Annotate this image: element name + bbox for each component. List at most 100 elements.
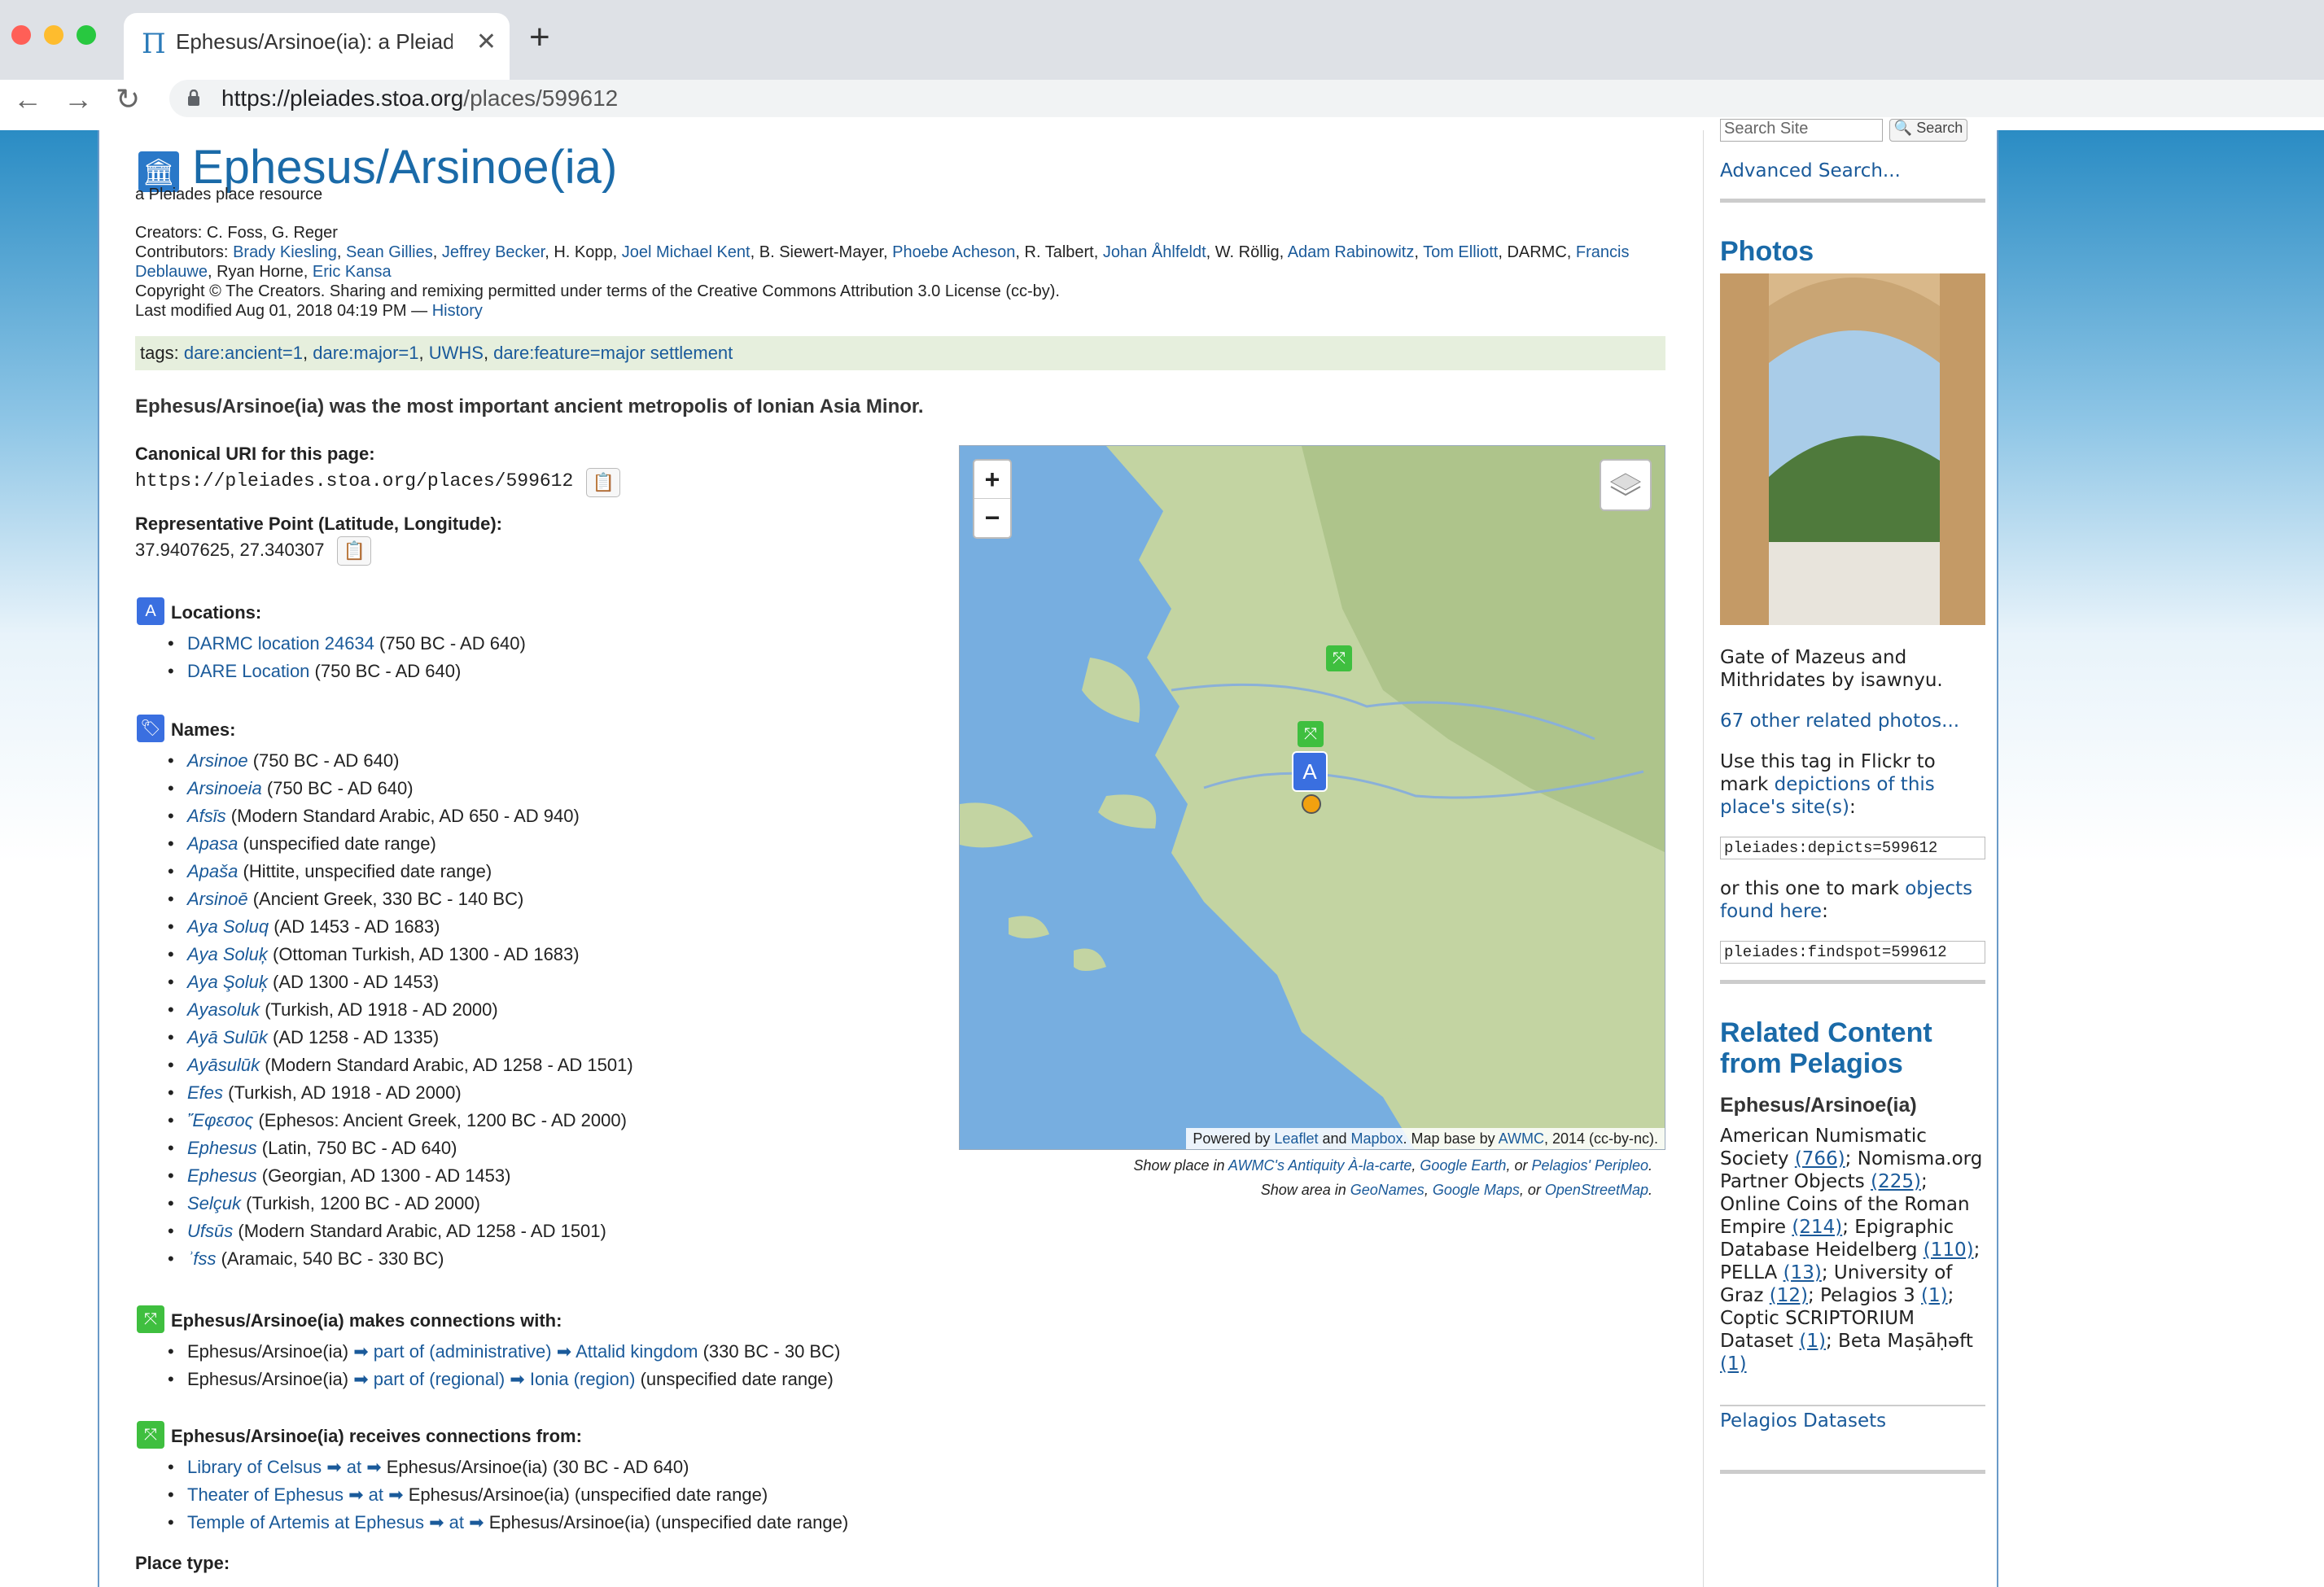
- representative-point-marker[interactable]: [1302, 794, 1321, 814]
- name-link[interactable]: Ayasoluk: [187, 999, 260, 1020]
- name-link[interactable]: Ephesus: [187, 1138, 257, 1158]
- name-link[interactable]: Ephesus: [187, 1165, 257, 1186]
- clipboard-icon[interactable]: 📋: [337, 536, 372, 566]
- search-input[interactable]: Search Site: [1720, 119, 1883, 142]
- name-link[interactable]: Selçuk: [187, 1193, 241, 1213]
- name-link[interactable]: ʾfss: [187, 1248, 216, 1269]
- name-link[interactable]: Ἔφεσος: [187, 1110, 253, 1130]
- related-count-link[interactable]: (225): [1871, 1171, 1921, 1192]
- connection-target-link[interactable]: Ionia (region): [525, 1369, 636, 1389]
- name-link[interactable]: Apaša: [187, 861, 238, 881]
- connection-type-link[interactable]: ➡ at ➡: [348, 1484, 403, 1505]
- related-count-link[interactable]: (214): [1792, 1217, 1842, 1238]
- name-link[interactable]: Aya Soluq: [187, 916, 269, 937]
- name-link[interactable]: Arsinoeia: [187, 778, 262, 798]
- connection-type-link[interactable]: ➡ at ➡: [429, 1512, 484, 1532]
- related-count-link[interactable]: (110): [1924, 1239, 1974, 1261]
- contributor-link[interactable]: Adam Rabinowitz: [1288, 243, 1415, 261]
- name-link[interactable]: Ayā Sulūk: [187, 1027, 268, 1047]
- peripleo-link[interactable]: Pelagios' Peripleo: [1531, 1157, 1648, 1174]
- clipboard-icon[interactable]: 📋: [586, 468, 621, 497]
- layers-icon[interactable]: [1600, 459, 1652, 511]
- name-link[interactable]: Arsinoē: [187, 889, 248, 909]
- location-marker-icon[interactable]: A: [1292, 751, 1328, 792]
- connection-marker-icon[interactable]: ⤧: [1326, 645, 1352, 671]
- photo-thumbnail[interactable]: [1720, 273, 1985, 625]
- connection-source: Ephesus/Arsinoe(ia): [187, 1369, 354, 1389]
- connection-source-link[interactable]: Library of Celsus: [187, 1457, 326, 1477]
- tag-link[interactable]: dare:feature=major settlement: [493, 343, 733, 363]
- contributor-link[interactable]: Johan Åhlfeldt: [1103, 243, 1206, 261]
- connection-source-link[interactable]: Temple of Artemis at Ephesus: [187, 1512, 429, 1532]
- connection-type-link[interactable]: ➡ part of (regional) ➡: [353, 1369, 525, 1389]
- google-earth-link[interactable]: Google Earth: [1420, 1157, 1506, 1174]
- mapbox-link[interactable]: Mapbox: [1351, 1130, 1403, 1147]
- connection-type-link[interactable]: ➡ at ➡: [326, 1457, 381, 1477]
- related-count-link[interactable]: (1): [1921, 1285, 1948, 1306]
- related-place-name: Ephesus/Arsinoe(ia): [1720, 1094, 1917, 1117]
- contributors: Contributors: Brady Kiesling, Sean Gilli…: [135, 243, 1630, 281]
- new-tab-button[interactable]: +: [529, 20, 550, 55]
- name-link[interactable]: Efes: [187, 1082, 223, 1103]
- flickr-depicts-tag[interactable]: pleiades:depicts=599612: [1720, 837, 1985, 859]
- zoom-in-button[interactable]: +: [974, 461, 1010, 499]
- related-count-link[interactable]: (1): [1720, 1353, 1747, 1375]
- contributor-link[interactable]: Jeffrey Becker: [442, 243, 545, 261]
- connection-marker-icon[interactable]: ⤧: [1298, 721, 1324, 747]
- geonames-link[interactable]: GeoNames: [1350, 1182, 1425, 1198]
- openstreetmap-link[interactable]: OpenStreetMap: [1545, 1182, 1648, 1198]
- tab-close-icon[interactable]: ✕: [476, 28, 497, 56]
- back-arrow-icon[interactable]: ←: [13, 85, 42, 114]
- tag-link[interactable]: UWHS: [429, 343, 484, 363]
- name-link[interactable]: Aya Soluķ: [187, 944, 268, 964]
- list-item: Apasa (unspecified date range): [168, 830, 633, 858]
- tag-link[interactable]: dare:ancient=1: [184, 343, 303, 363]
- awmc-alacarte-link[interactable]: AWMC's Antiquity À-la-carte: [1228, 1157, 1412, 1174]
- name-link[interactable]: Arsinoe: [187, 750, 248, 771]
- connection-type-link[interactable]: ➡ part of (administrative) ➡: [353, 1341, 571, 1362]
- pelagios-datasets-link[interactable]: Pelagios Datasets: [1720, 1410, 1985, 1432]
- name-link[interactable]: Ufsūs: [187, 1221, 233, 1241]
- contributor-link[interactable]: Brady Kiesling: [233, 243, 337, 261]
- search-button[interactable]: 🔍 Search: [1889, 119, 1967, 142]
- awmc-link[interactable]: AWMC: [1499, 1130, 1544, 1147]
- google-maps-link[interactable]: Google Maps: [1433, 1182, 1520, 1198]
- list-item: Arsinoeia (750 BC - AD 640): [168, 775, 633, 802]
- contributor-link[interactable]: Tom Elliott: [1423, 243, 1498, 261]
- contributor-name: DARMC: [1507, 243, 1567, 261]
- forward-arrow-icon[interactable]: →: [63, 85, 93, 114]
- list-item: Library of Celsus ➡ at ➡ Ephesus/Arsinoe…: [168, 1454, 848, 1481]
- contributor-link[interactable]: Sean Gillies: [346, 243, 433, 261]
- map[interactable]: + − ⤧ ⤧ A Powered by Leaflet and Mapbox.…: [959, 445, 1665, 1150]
- related-count-link[interactable]: (766): [1795, 1148, 1845, 1169]
- minimize-window-button[interactable]: [44, 25, 63, 45]
- name-info: (750 BC - AD 640): [247, 750, 400, 771]
- address-bar[interactable]: https://pleiades.stoa.org/places/599612: [169, 80, 2324, 117]
- leaflet-link[interactable]: Leaflet: [1274, 1130, 1318, 1147]
- reload-icon[interactable]: ↻: [116, 85, 140, 114]
- browser-tab[interactable]: Π Ephesus/Arsinoe(ia): a Pleiade ✕: [124, 13, 510, 80]
- name-link[interactable]: Apasa: [187, 833, 238, 854]
- contributor-link[interactable]: Joel Michael Kent: [622, 243, 751, 261]
- advanced-search-link[interactable]: Advanced Search...: [1720, 160, 1985, 182]
- name-link[interactable]: Afsīs: [187, 806, 226, 826]
- related-count-link[interactable]: (1): [1799, 1331, 1826, 1352]
- history-link[interactable]: History: [432, 302, 483, 320]
- related-count-link[interactable]: (12): [1770, 1285, 1808, 1306]
- contributor-link[interactable]: Phoebe Acheson: [892, 243, 1015, 261]
- maximize-window-button[interactable]: [77, 25, 96, 45]
- other-photos-link[interactable]: 67 other related photos...: [1720, 710, 1985, 732]
- receives-section: ⤧ Ephesus/Arsinoe(ia) receives connection…: [135, 1421, 848, 1537]
- connection-target-link[interactable]: Attalid kingdom: [571, 1341, 698, 1362]
- zoom-out-button[interactable]: −: [974, 499, 1010, 537]
- location-link[interactable]: DARMC location 24634: [187, 633, 374, 654]
- contributor-link[interactable]: Eric Kansa: [313, 263, 392, 281]
- tag-link[interactable]: dare:major=1: [313, 343, 418, 363]
- name-link[interactable]: Ayāsulūk: [187, 1055, 260, 1075]
- name-link[interactable]: Aya Şoluķ: [187, 972, 268, 992]
- location-link[interactable]: DARE Location: [187, 661, 309, 681]
- close-window-button[interactable]: [11, 25, 31, 45]
- flickr-findspot-tag[interactable]: pleiades:findspot=599612: [1720, 941, 1985, 964]
- connection-source-link[interactable]: Theater of Ephesus: [187, 1484, 348, 1505]
- related-count-link[interactable]: (13): [1783, 1262, 1822, 1283]
